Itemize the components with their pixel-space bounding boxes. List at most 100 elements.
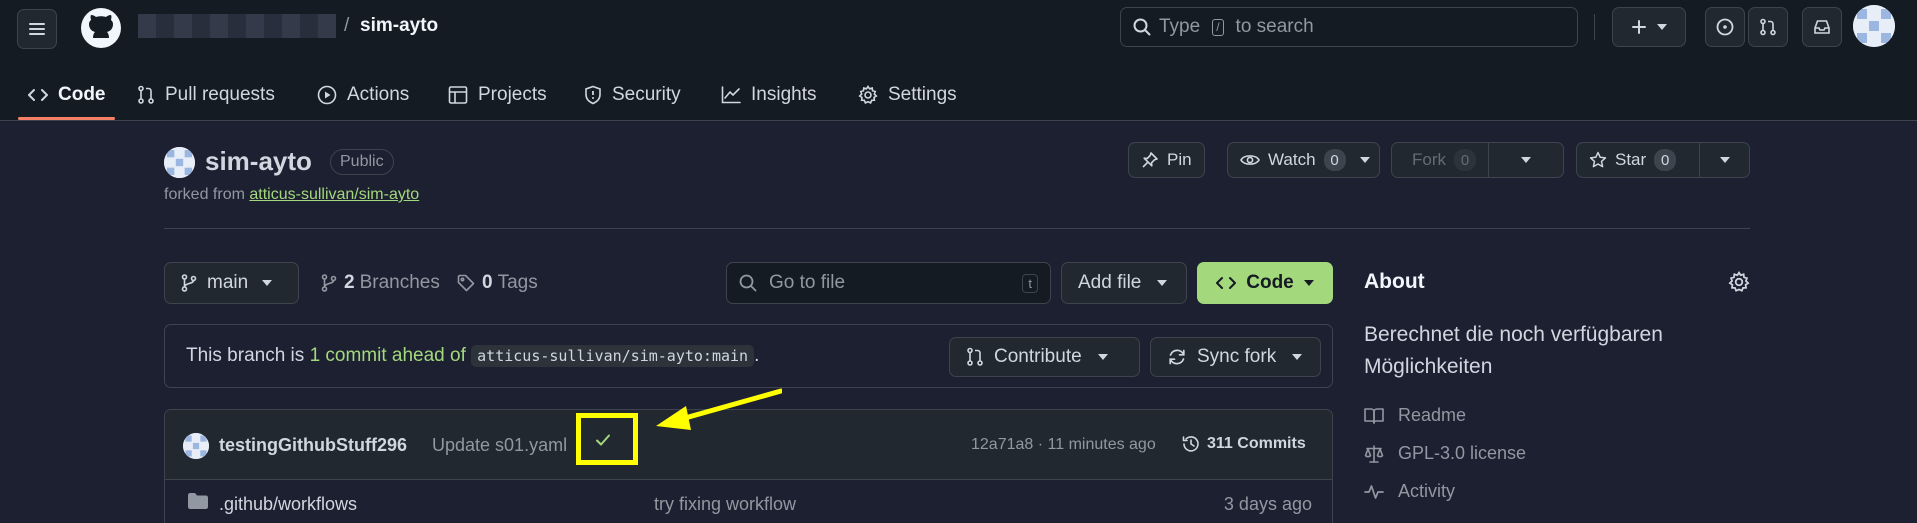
tab-projects[interactable]: Projects bbox=[448, 70, 547, 120]
github-logo-icon[interactable] bbox=[80, 7, 122, 49]
branch-icon bbox=[181, 274, 197, 292]
branches-count: 2 bbox=[344, 272, 355, 293]
hamburger-icon bbox=[29, 23, 45, 35]
commit-message[interactable]: Update s01.yaml bbox=[432, 435, 567, 456]
inbox-button[interactable] bbox=[1802, 7, 1842, 47]
code-button[interactable]: Code bbox=[1197, 262, 1333, 304]
graph-icon bbox=[721, 86, 741, 104]
file-name[interactable]: .github/workflows bbox=[219, 494, 357, 515]
sync-fork-label: Sync fork bbox=[1197, 346, 1277, 367]
code-icon bbox=[28, 89, 48, 101]
tab-security[interactable]: Security bbox=[584, 70, 681, 120]
file-commit-message[interactable]: try fixing workflow bbox=[654, 494, 796, 515]
branch-status-prefix: This branch is bbox=[186, 345, 305, 366]
tab-settings[interactable]: Settings bbox=[858, 70, 957, 120]
tab-code[interactable]: Code bbox=[28, 70, 106, 120]
readme-link[interactable]: Readme bbox=[1364, 405, 1466, 426]
repo-avatar bbox=[164, 147, 195, 178]
tab-actions[interactable]: Actions bbox=[317, 70, 409, 120]
caret-down-icon bbox=[1292, 354, 1303, 360]
caret-down-icon bbox=[1097, 354, 1108, 360]
table-icon bbox=[448, 86, 468, 104]
code-button-label: Code bbox=[1246, 272, 1294, 293]
commit-author-avatar[interactable] bbox=[183, 433, 209, 459]
tab-pull-requests[interactable]: Pull requests bbox=[137, 70, 275, 120]
caret-down-icon bbox=[1359, 157, 1370, 163]
breadcrumb-separator: / bbox=[344, 15, 350, 36]
create-new-button[interactable] bbox=[1612, 7, 1686, 47]
star-dropdown-button[interactable] bbox=[1699, 142, 1750, 178]
sync-fork-button[interactable]: Sync fork bbox=[1150, 337, 1321, 377]
go-to-file-input[interactable]: Go to file t bbox=[726, 262, 1051, 304]
gear-icon[interactable] bbox=[1728, 271, 1750, 293]
contribute-label: Contribute bbox=[994, 346, 1082, 367]
pin-button[interactable]: Pin bbox=[1128, 142, 1205, 178]
search-input[interactable]: Type / to search bbox=[1120, 7, 1578, 47]
play-icon bbox=[317, 85, 337, 105]
gear-icon bbox=[858, 85, 878, 104]
history-icon bbox=[1182, 436, 1199, 452]
search-placeholder-start: Type bbox=[1159, 16, 1201, 37]
star-label: Star bbox=[1615, 150, 1647, 169]
tab-insights[interactable]: Insights bbox=[721, 70, 816, 120]
caret-down-icon bbox=[1657, 24, 1667, 30]
pull-request-icon bbox=[138, 85, 154, 104]
go-to-file-placeholder: Go to file bbox=[769, 272, 846, 293]
commit-author[interactable]: testingGithubStuff296 bbox=[219, 435, 407, 456]
tab-security-label: Security bbox=[612, 84, 681, 105]
file-row[interactable]: .github/workflows try fixing workflow 3 … bbox=[165, 480, 1332, 523]
search-icon bbox=[1133, 18, 1151, 36]
menu-button[interactable] bbox=[17, 9, 57, 49]
branches-link[interactable]: 2 Branches bbox=[321, 272, 440, 294]
watch-label: Watch bbox=[1268, 150, 1316, 169]
branch-name: main bbox=[207, 272, 249, 293]
sync-icon bbox=[1169, 349, 1185, 365]
shield-icon bbox=[585, 85, 601, 105]
user-avatar[interactable] bbox=[1853, 5, 1895, 47]
forked-from-link[interactable]: atticus-sullivan/sim-ayto bbox=[249, 186, 419, 203]
about-heading: About bbox=[1364, 270, 1425, 293]
pull-requests-button[interactable] bbox=[1748, 7, 1788, 47]
issues-button[interactable] bbox=[1705, 7, 1745, 47]
tab-insights-label: Insights bbox=[751, 84, 817, 105]
star-button[interactable]: Star 0 bbox=[1576, 142, 1700, 178]
breadcrumb-repo[interactable]: sim-ayto bbox=[360, 15, 438, 37]
search-icon bbox=[739, 274, 757, 292]
branches-label: Branches bbox=[359, 272, 440, 293]
repo-title[interactable]: sim-ayto bbox=[205, 146, 312, 177]
branch-selector[interactable]: main bbox=[164, 262, 299, 304]
go-to-file-shortcut: t bbox=[1022, 273, 1038, 293]
search-placeholder-end: to search bbox=[1235, 16, 1314, 37]
about-description: Berechnet die noch verfügbaren Möglichke… bbox=[1364, 323, 1663, 378]
add-file-button[interactable]: Add file bbox=[1061, 262, 1187, 304]
caret-down-icon bbox=[1157, 280, 1168, 286]
activity-link[interactable]: Activity bbox=[1364, 481, 1455, 502]
star-count: 0 bbox=[1654, 149, 1677, 171]
tags-label: Tags bbox=[497, 272, 538, 293]
caret-down-icon bbox=[262, 280, 273, 286]
add-file-label: Add file bbox=[1078, 272, 1142, 293]
fork-label: Fork bbox=[1412, 150, 1446, 169]
issue-icon bbox=[1716, 18, 1734, 36]
fork-dropdown-button[interactable] bbox=[1488, 142, 1564, 178]
watch-button[interactable]: Watch 0 bbox=[1227, 142, 1380, 178]
active-tab-indicator bbox=[18, 117, 115, 120]
activity-label: Activity bbox=[1398, 481, 1456, 501]
pull-request-icon bbox=[967, 347, 983, 366]
pull-request-icon bbox=[1760, 18, 1776, 36]
eye-icon bbox=[1240, 155, 1260, 165]
pulse-icon bbox=[1364, 484, 1384, 499]
commit-hash-time[interactable]: 12a71a8 · 11 minutes ago bbox=[971, 436, 1156, 454]
commits-link[interactable]: 311 Commits bbox=[1181, 434, 1306, 454]
license-label: GPL-3.0 license bbox=[1398, 443, 1527, 463]
tag-icon bbox=[457, 274, 475, 292]
commits-ahead-link[interactable]: 1 commit ahead of bbox=[310, 345, 466, 366]
forked-from-prefix: forked from bbox=[164, 186, 245, 203]
license-link[interactable]: GPL-3.0 license bbox=[1364, 443, 1526, 464]
tags-link[interactable]: 0 Tags bbox=[457, 272, 538, 294]
fork-button[interactable]: Fork 0 bbox=[1391, 142, 1489, 178]
forked-from: forked from atticus-sullivan/sim-ayto bbox=[164, 186, 419, 204]
tags-count: 0 bbox=[482, 272, 493, 293]
search-shortcut-key: / bbox=[1212, 18, 1224, 36]
contribute-button[interactable]: Contribute bbox=[949, 337, 1140, 377]
